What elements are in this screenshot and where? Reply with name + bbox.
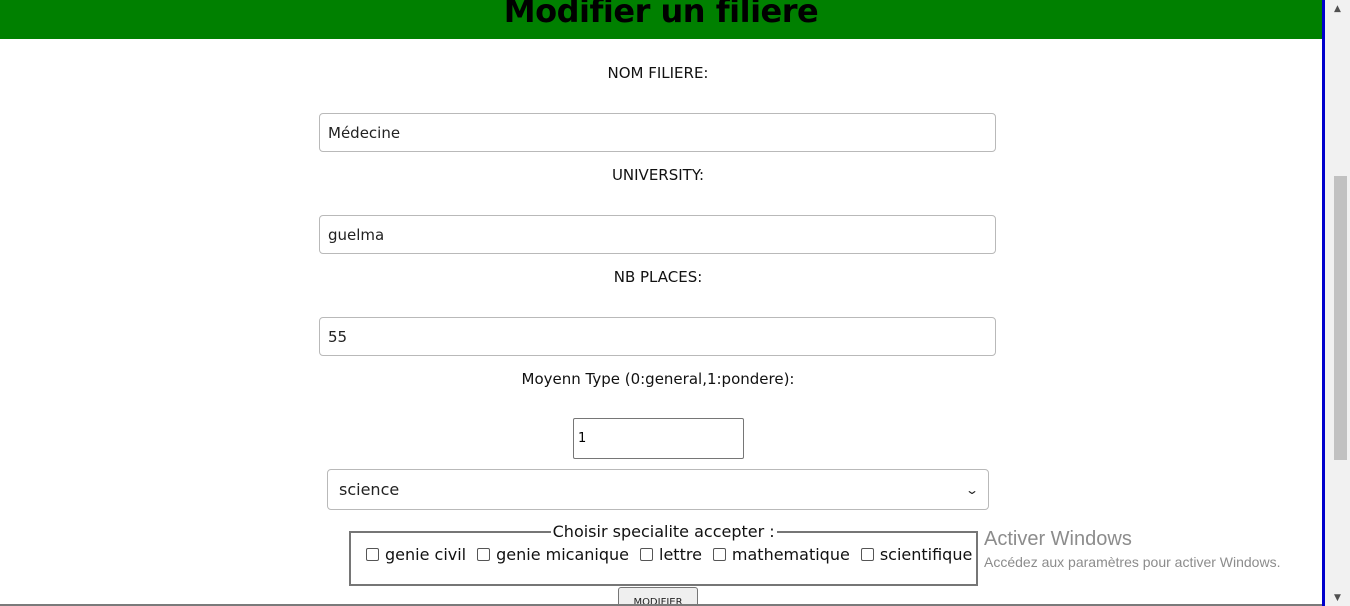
university-input[interactable] xyxy=(319,215,996,254)
page: Modifier un filiere NOM FILIERE: UNIVERS… xyxy=(0,0,1322,606)
watermark-subtitle: Accédez aux paramètres pour activer Wind… xyxy=(984,554,1281,570)
option-label: genie civil xyxy=(385,545,467,564)
bac-type-selected-value: science xyxy=(339,480,400,499)
checkbox-scientifique[interactable] xyxy=(860,548,874,561)
page-title: Modifier un filiere xyxy=(503,0,819,30)
vertical-scrollbar[interactable]: ▲ ▼ xyxy=(1325,0,1350,606)
checkbox-genie-civil[interactable] xyxy=(366,548,379,561)
option-label: genie micanique xyxy=(496,545,629,564)
nom-filiere-input[interactable] xyxy=(319,113,996,152)
specialite-option-genie-civil[interactable]: genie civil xyxy=(355,545,466,564)
nb-places-input[interactable] xyxy=(319,317,996,356)
specialite-legend: Choisir specialite accepter : xyxy=(552,522,775,541)
university-label: UNIVERSITY: xyxy=(611,166,705,184)
scroll-down-arrow-icon[interactable]: ▼ xyxy=(1325,589,1350,606)
windows-activation-watermark: Activer Windows Accédez aux paramètres p… xyxy=(984,528,1280,570)
specialite-fieldset: Choisir specialite accepter : genie civi… xyxy=(349,522,979,586)
moyenne-type-input[interactable] xyxy=(573,418,744,459)
chevron-down-icon: ⌄ xyxy=(964,482,980,497)
option-label: lettre xyxy=(659,545,702,564)
page-header: Modifier un filiere xyxy=(0,0,1322,39)
specialite-option-mathematique[interactable]: mathematique xyxy=(702,545,850,564)
bac-type-select[interactable]: science ⌄ xyxy=(327,469,989,510)
option-label: scientifique xyxy=(879,545,973,564)
specialite-option-lettre[interactable]: lettre xyxy=(629,545,702,564)
nom-filiere-label: NOM FILIERE: xyxy=(607,64,709,82)
watermark-title: Activer Windows xyxy=(984,528,1132,550)
nb-places-label: NB PLACES: xyxy=(613,268,703,286)
specialite-option-genie-micanique[interactable]: genie micanique xyxy=(466,545,629,564)
checkbox-genie-micanique[interactable] xyxy=(477,548,491,561)
checkbox-lettre[interactable] xyxy=(640,548,653,561)
specialite-checkbox-group: genie civil genie micanique lettre mathe… xyxy=(355,545,972,564)
moyenne-type-label: Moyenn Type (0:general,1:pondere): xyxy=(521,370,795,388)
specialite-option-scientifique[interactable]: scientifique xyxy=(850,545,973,564)
scrollbar-thumb[interactable] xyxy=(1334,176,1347,460)
checkbox-mathematique[interactable] xyxy=(712,548,726,561)
scroll-up-arrow-icon[interactable]: ▲ xyxy=(1325,0,1350,17)
option-label: mathematique xyxy=(731,545,850,564)
